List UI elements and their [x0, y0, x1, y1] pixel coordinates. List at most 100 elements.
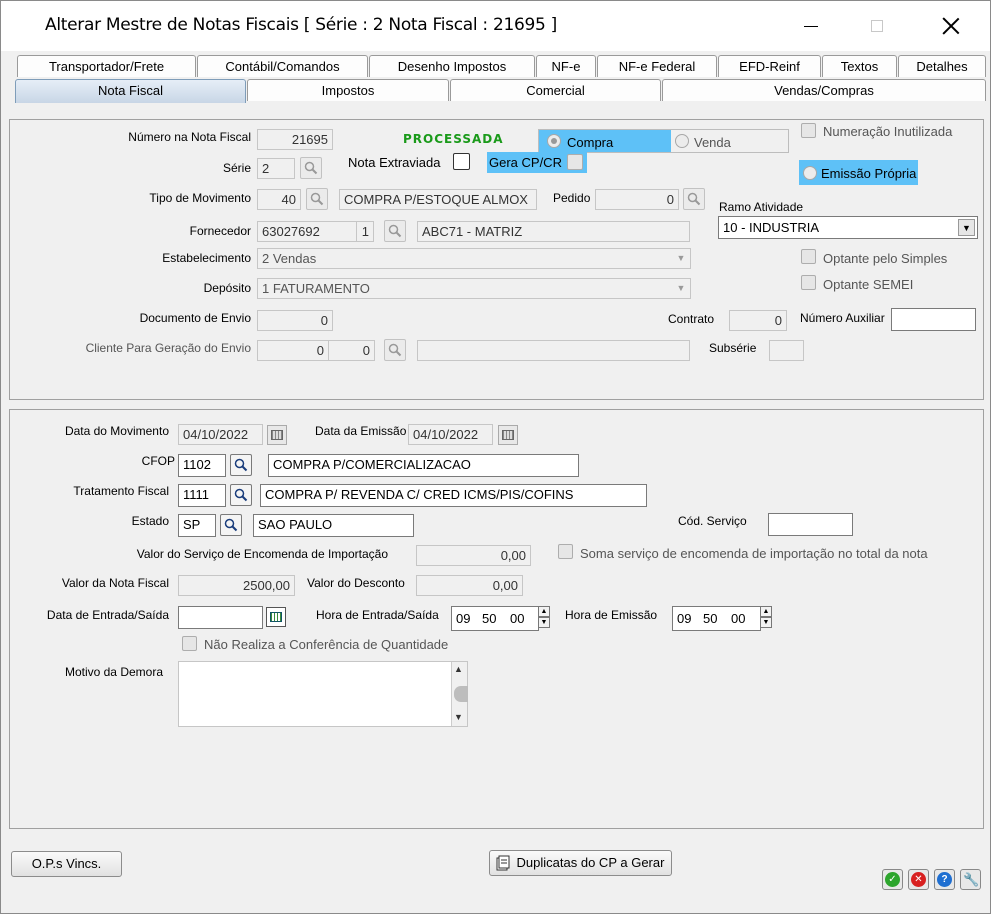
scroll-down-icon[interactable]: ▼: [454, 712, 463, 722]
help-icon: ?: [937, 872, 952, 887]
num-auxiliar-input[interactable]: [891, 308, 976, 331]
fornecedor-name-field: ABC71 - MATRIZ: [417, 221, 690, 242]
hora-entrada-label: Hora de Entrada/Saída: [316, 608, 439, 622]
cod-servico-input[interactable]: [768, 513, 853, 536]
cfop-label: CFOP: [141, 454, 175, 468]
duplicatas-label: Duplicatas do CP a Gerar: [516, 855, 665, 870]
hora-emissao-m: 50: [703, 611, 718, 626]
spin-down-icon[interactable]: ▼: [538, 617, 550, 628]
cfop-search-button[interactable]: [230, 454, 252, 476]
cancel-button[interactable]: ✕: [908, 869, 929, 890]
tab-detalhes[interactable]: Detalhes: [898, 55, 986, 77]
tab-nfe-federal[interactable]: NF-e Federal: [597, 55, 717, 77]
ops-vincs-button[interactable]: O.P.s Vincs.: [11, 851, 122, 877]
cancel-icon: ✕: [911, 872, 926, 887]
subserie-field: [769, 340, 804, 361]
chevron-down-icon[interactable]: ▼: [958, 219, 975, 236]
compra-radio[interactable]: [547, 134, 561, 148]
data-entrada-calendar-button[interactable]: [266, 607, 286, 627]
spin-up-icon[interactable]: ▲: [538, 606, 550, 617]
venda-radio[interactable]: [675, 134, 689, 148]
data-emissao-field: 04/10/2022: [408, 424, 493, 445]
duplicatas-button[interactable]: Duplicatas do CP a Gerar: [489, 850, 672, 876]
motivo-scrollbar[interactable]: ▲ ▼: [451, 662, 468, 726]
estado-search-button[interactable]: [220, 514, 242, 536]
tab-nfe[interactable]: NF-e: [536, 55, 596, 77]
status-badge: PROCESSADA: [403, 132, 504, 146]
data-entrada-input[interactable]: [178, 606, 263, 629]
maximize-button[interactable]: [857, 11, 897, 41]
tipo-mov-search-button[interactable]: [306, 188, 328, 210]
cod-servico-label: Cód. Serviço: [678, 514, 747, 528]
nao-conferencia-checkbox[interactable]: [182, 636, 197, 651]
valor-servico-label: Valor do Serviço de Encomenda de Importa…: [136, 547, 388, 561]
numeracao-inutilizada-checkbox[interactable]: [801, 123, 816, 138]
pedido-field: 0: [595, 189, 679, 210]
optante-simples-checkbox[interactable]: [801, 249, 816, 264]
hora-emissao-spinner[interactable]: ▲ ▼: [760, 606, 772, 628]
deposito-select[interactable]: 1 FATURAMENTO ▼: [257, 278, 691, 299]
tab-comercial[interactable]: Comercial: [450, 79, 661, 101]
tratamento-label: Tratamento Fiscal: [73, 484, 169, 498]
data-mov-calendar-button[interactable]: [267, 425, 287, 445]
tab-desenho-impostos[interactable]: Desenho Impostos: [369, 55, 535, 77]
deposito-label: Depósito: [203, 281, 251, 295]
nota-extraviada-checkbox[interactable]: [453, 153, 470, 170]
tratamento-desc-field: COMPRA P/ REVENDA C/ CRED ICMS/PIS/COFIN…: [260, 484, 647, 507]
hora-entrada-spinner[interactable]: ▲ ▼: [538, 606, 550, 628]
doc-envio-label: Documento de Envio: [139, 311, 251, 325]
hora-emissao-input[interactable]: 09 50 00: [672, 606, 761, 631]
data-emissao-calendar-button[interactable]: [498, 425, 518, 445]
close-icon: [942, 17, 960, 35]
subserie-label: Subsérie: [709, 341, 757, 355]
close-button[interactable]: [931, 11, 971, 41]
serie-search-button[interactable]: [300, 157, 322, 179]
cliente-envio-search-button[interactable]: [384, 339, 406, 361]
cfop-input[interactable]: 1102: [178, 454, 226, 477]
gera-cpcr-checkbox[interactable]: [567, 154, 583, 170]
pedido-search-button[interactable]: [683, 188, 705, 210]
fornecedor-search-button[interactable]: [384, 220, 406, 242]
tools-button[interactable]: 🔧: [960, 869, 981, 890]
scroll-thumb[interactable]: [454, 686, 468, 702]
hora-entrada-input[interactable]: 09 50 00: [451, 606, 539, 631]
emissao-propria-radio[interactable]: [803, 166, 817, 180]
calendar-icon: [270, 612, 282, 622]
emissao-propria-label: Emissão Própria: [821, 166, 917, 181]
tab-nota-fiscal[interactable]: Nota Fiscal: [15, 79, 246, 103]
soma-servico-checkbox[interactable]: [558, 544, 573, 559]
optante-semei-checkbox[interactable]: [801, 275, 816, 290]
cliente-envio-code-field: 0: [257, 340, 329, 361]
help-button[interactable]: ?: [934, 869, 955, 890]
window: Alterar Mestre de Notas Fiscais [ Série …: [0, 0, 991, 914]
tratamento-search-button[interactable]: [230, 484, 252, 506]
valor-desconto-field: 0,00: [416, 575, 523, 596]
tab-textos[interactable]: Textos: [822, 55, 897, 77]
ramo-select[interactable]: 10 - INDUSTRIA ▼: [718, 216, 978, 239]
tab-efd-reinf[interactable]: EFD-Reinf: [718, 55, 821, 77]
tab-impostos[interactable]: Impostos: [247, 79, 449, 101]
scroll-up-icon[interactable]: ▲: [454, 664, 463, 674]
estado-input[interactable]: SP: [178, 514, 216, 537]
tab-vendas-compras[interactable]: Vendas/Compras: [662, 79, 986, 101]
spin-up-icon[interactable]: ▲: [760, 606, 772, 617]
pedido-label: Pedido: [553, 191, 591, 205]
tab-contabil-comandos[interactable]: Contábil/Comandos: [197, 55, 368, 77]
venda-label: Venda: [694, 135, 731, 150]
data-mov-field: 04/10/2022: [178, 424, 263, 445]
estabelecimento-label: Estabelecimento: [162, 251, 251, 265]
hora-emissao-s: 00: [731, 611, 746, 626]
minimize-button[interactable]: [791, 11, 831, 41]
ok-button[interactable]: ✓: [882, 869, 903, 890]
search-icon: [388, 224, 402, 238]
estabelecimento-select[interactable]: 2 Vendas ▼: [257, 248, 691, 269]
tab-transportador-frete[interactable]: Transportador/Frete: [17, 55, 196, 77]
calendar-icon: [502, 430, 514, 440]
doc-envio-field: 0: [257, 310, 333, 331]
tratamento-input[interactable]: 1111: [178, 484, 226, 507]
hora-entrada-m: 50: [482, 611, 497, 626]
nota-extraviada-label: Nota Extraviada: [348, 155, 441, 170]
motivo-textarea[interactable]: [178, 661, 468, 727]
window-title: Alterar Mestre de Notas Fiscais [ Série …: [45, 15, 557, 35]
spin-down-icon[interactable]: ▼: [760, 617, 772, 628]
